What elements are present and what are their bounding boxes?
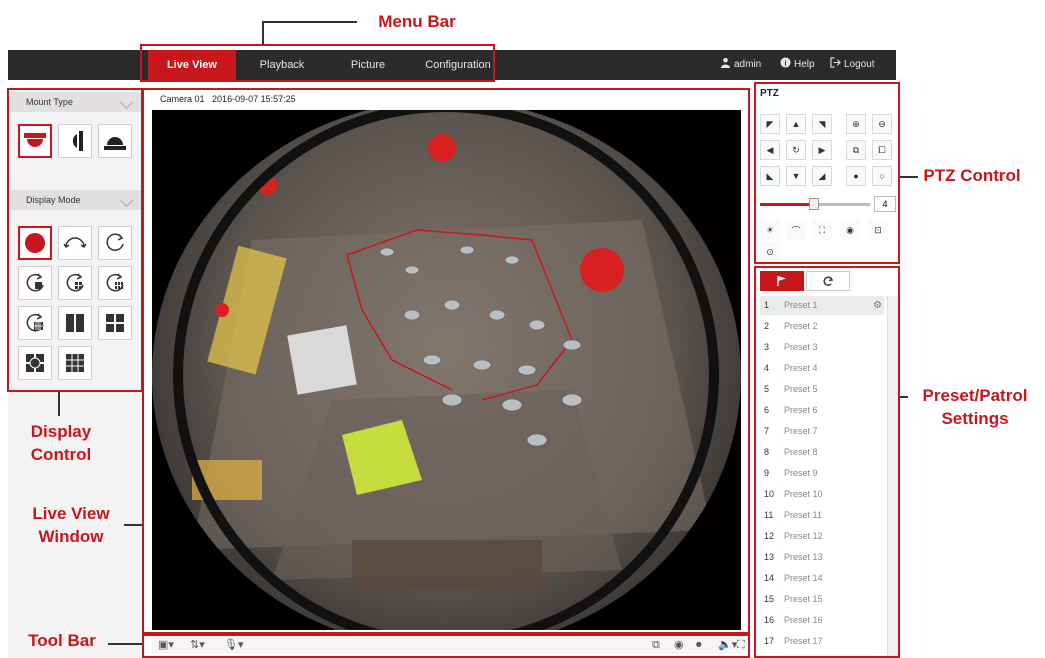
logout-icon [830, 57, 841, 68]
annotation-line [124, 524, 142, 526]
user-name: admin [734, 59, 762, 70]
logout-label: Logout [844, 59, 875, 70]
display-control-highlight [7, 88, 143, 392]
annotation-line [58, 392, 60, 416]
svg-text:i: i [784, 58, 786, 67]
annotation-line [262, 21, 264, 45]
logout-link[interactable]: Logout [830, 50, 875, 80]
annotation-menu-bar: Menu Bar [378, 12, 456, 31]
menu-bar-highlight [140, 44, 495, 82]
tool-bar-highlight [142, 634, 750, 658]
help-icon: i [780, 57, 791, 68]
annotation-ptz-control: PTZ Control [923, 166, 1021, 185]
annotation-preset-patrol: Preset/Patrol Settings [922, 386, 1028, 428]
help-label: Help [794, 59, 815, 70]
annotation-line [900, 176, 918, 178]
annotation-live-view-window: Live View Window [32, 504, 110, 546]
annotation-line [900, 396, 908, 398]
annotation-line [262, 21, 357, 23]
annotation-line [108, 643, 142, 645]
annotation-tool-bar: Tool Bar [28, 631, 96, 650]
help-link[interactable]: i Help [780, 50, 815, 80]
annotation-display-control: Display Control [30, 422, 92, 464]
user-menu[interactable]: admin [720, 50, 761, 80]
user-icon [720, 57, 731, 68]
live-view-highlight [142, 88, 750, 634]
ptz-highlight [754, 82, 900, 264]
preset-highlight [754, 266, 900, 658]
